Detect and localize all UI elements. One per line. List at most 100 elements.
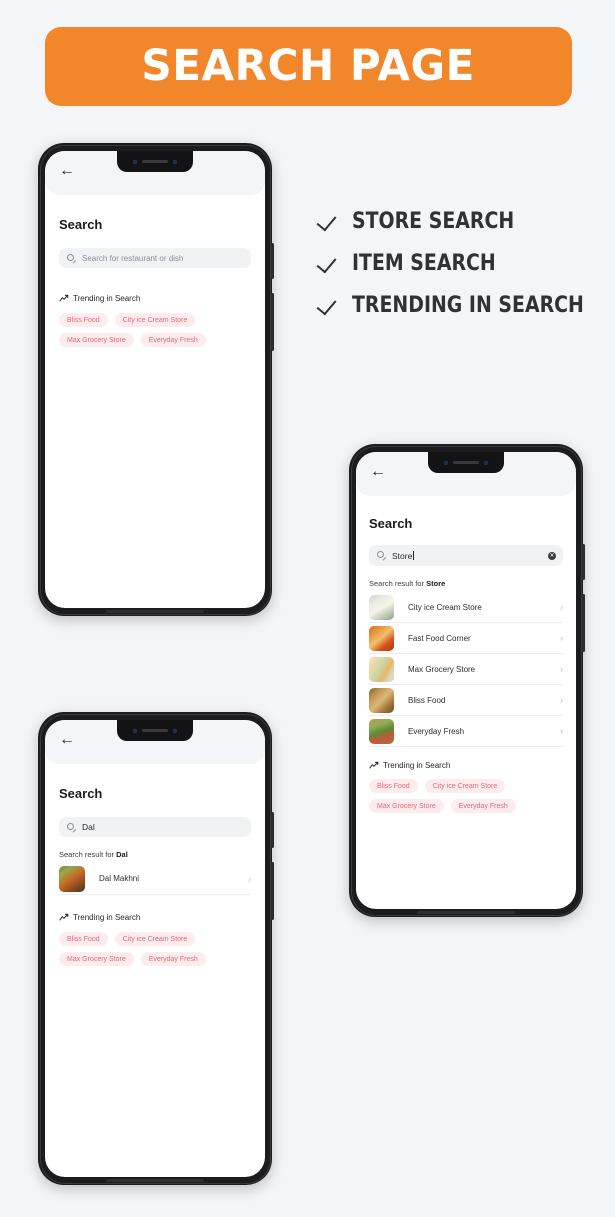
trending-chip[interactable]: City ice Cream Store [114,932,196,946]
vegetables-photo [369,718,394,744]
result-prefix: Search result for [59,850,117,859]
back-arrow-icon[interactable]: ← [59,163,75,179]
search-result-label: Search result for Dal [59,850,251,859]
bottom-speaker-grille [105,1179,205,1182]
chevron-right-icon: › [560,726,563,736]
feature-label: TRENDING IN SEARCH [352,292,584,318]
trending-heading: Trending in Search [59,913,251,922]
trending-chip[interactable]: Max Grocery Store [369,799,444,813]
trending-chip[interactable]: Max Grocery Store [59,333,134,347]
volume-button[interactable] [582,594,585,652]
feature-item: ITEM SEARCH [318,242,598,284]
phone-screen: ← Search Dal Search result for Dal Dal M… [45,720,265,1177]
search-placeholder: Search for restaurant or dish [82,253,184,263]
table-row[interactable]: City ice Cream Store › [369,592,563,623]
page-title: Search [59,217,103,232]
trending-heading: Trending in Search [369,761,563,770]
result-name: City ice Cream Store [408,602,482,612]
trending-chip-list: Bliss Food City ice Cream Store Max Groc… [59,313,229,347]
check-icon [318,252,340,274]
poster-canvas: SEARCH PAGE STORE SEARCH ITEM SEARCH TRE… [0,0,615,1217]
result-name: Everyday Fresh [408,726,465,736]
power-button[interactable] [582,544,585,580]
trending-chip[interactable]: City ice Cream Store [424,779,506,793]
feature-item: TRENDING IN SEARCH [318,284,598,326]
page-title: Search [59,786,103,801]
pizza-photo [369,625,394,651]
trending-heading-label: Trending in Search [73,913,141,922]
search-result-label: Search result for Store [369,579,563,588]
camera-lens-icon [444,460,448,465]
grocery-spread-photo [369,656,394,682]
search-input[interactable]: Store ✕ [369,545,563,566]
chevron-right-icon: › [560,695,563,705]
earpiece-speaker [142,160,168,163]
bottom-speaker-grille [105,610,205,613]
volume-button[interactable] [271,293,274,351]
search-value: Store [392,550,413,561]
camera-lens-icon [133,159,137,164]
camera-lens-icon [484,460,488,465]
trending-up-icon [369,761,379,769]
app-top-bar: ← [356,452,576,496]
table-row[interactable]: Fast Food Corner › [369,623,563,654]
check-icon [318,294,340,316]
trending-chip[interactable]: Everyday Fresh [140,333,206,347]
trending-chip[interactable]: Bliss Food [59,313,108,327]
dal-makhni-photo [59,865,85,892]
back-arrow-icon[interactable]: ← [370,464,386,480]
trending-up-icon [59,913,69,921]
camera-lens-icon [173,728,177,733]
search-icon [67,822,76,832]
back-arrow-icon[interactable]: ← [59,732,75,748]
app-top-bar: ← [45,151,265,195]
search-input[interactable]: Search for restaurant or dish [59,248,251,268]
app-content: Search Search for restaurant or dish Tre… [45,195,265,347]
trending-chip[interactable]: Everyday Fresh [140,952,206,966]
table-row[interactable]: Everyday Fresh › [369,716,563,747]
power-button[interactable] [271,812,274,848]
feature-checklist: STORE SEARCH ITEM SEARCH TRENDING IN SEA… [318,200,598,326]
trending-chip[interactable]: Everyday Fresh [450,799,516,813]
search-input[interactable]: Dal [59,817,251,837]
chevron-right-icon: › [560,602,563,612]
banner: SEARCH PAGE [45,27,572,106]
table-row[interactable]: Dal Makhni › [59,863,251,895]
search-value: Dal [82,822,95,832]
trending-chip[interactable]: City ice Cream Store [114,313,196,327]
camera-lens-icon [133,728,137,733]
feature-label: ITEM SEARCH [352,250,496,276]
page-title: Search [369,516,413,531]
app-top-bar: ← [45,720,265,764]
chevron-right-icon: › [560,633,563,643]
trending-chip[interactable]: Bliss Food [59,932,108,946]
result-query: Dal [116,850,128,859]
chevron-right-icon: › [248,873,251,884]
app-content: Search Dal Search result for Dal Dal Mak… [45,764,265,966]
search-icon [377,551,386,561]
clear-circle-icon[interactable]: ✕ [548,551,556,560]
trending-chip-list: Bliss Food City ice Cream Store Max Groc… [59,932,229,966]
table-row[interactable]: Max Grocery Store › [369,654,563,685]
camera-notch [117,151,193,172]
trending-chip[interactable]: Bliss Food [369,779,418,793]
result-name: Bliss Food [408,695,446,705]
banner-title: SEARCH PAGE [141,41,476,91]
result-prefix: Search result for [369,579,427,588]
power-button[interactable] [271,243,274,279]
phone-mockup-empty-search: ← Search Search for restaurant or dish T… [38,143,274,616]
result-name: Dal Makhni [99,874,140,883]
table-row[interactable]: Bliss Food › [369,685,563,716]
app-content: Search Store ✕ Search result for Store C… [356,496,576,813]
result-name: Max Grocery Store [408,664,476,674]
result-name: Fast Food Corner [408,633,471,643]
earpiece-speaker [453,461,479,464]
volume-button[interactable] [271,862,274,920]
result-query: Store [426,579,446,588]
search-result-list: Dal Makhni › [59,863,251,895]
trending-heading-label: Trending in Search [73,294,141,303]
trending-chip[interactable]: Max Grocery Store [59,952,134,966]
feature-item: STORE SEARCH [318,200,598,242]
check-icon [318,210,340,232]
trending-heading-label: Trending in Search [383,761,451,770]
